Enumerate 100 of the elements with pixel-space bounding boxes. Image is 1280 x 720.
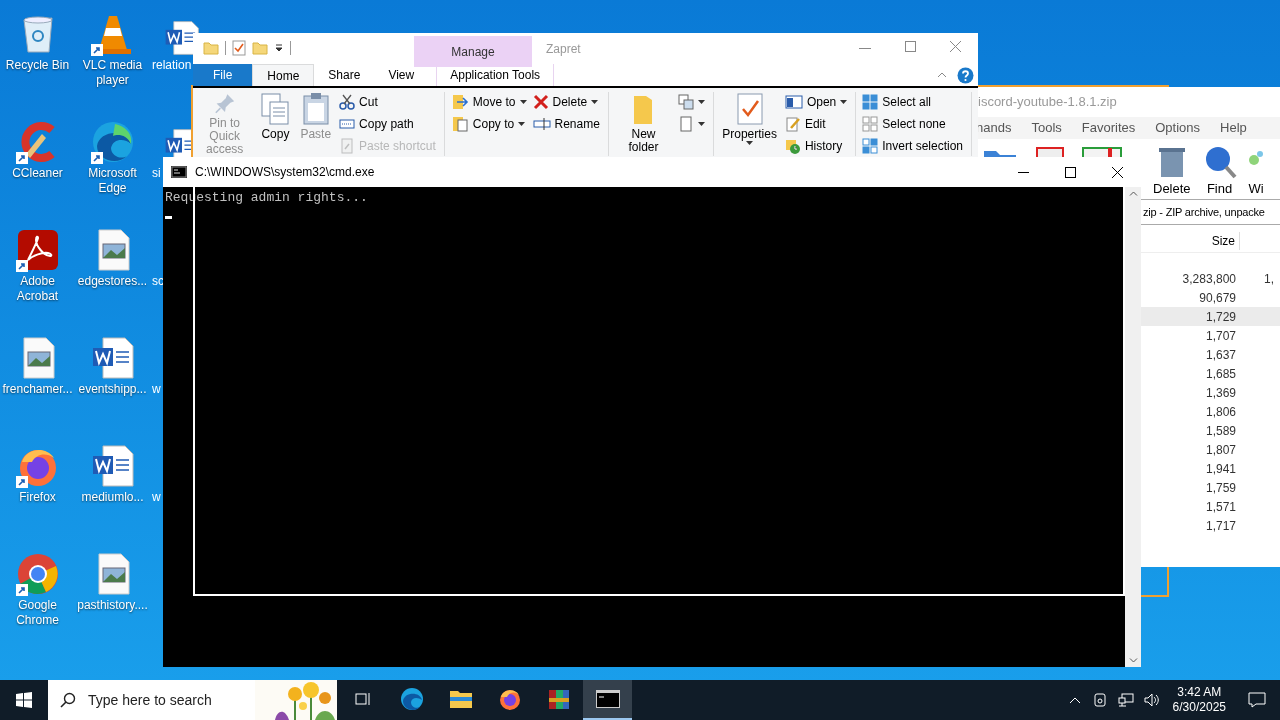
size-cell-text: 1,589 <box>1204 422 1237 440</box>
menu-item[interactable]: Options <box>1155 118 1201 138</box>
menu-item[interactable]: Favorites <box>1081 118 1136 138</box>
desktop-icon-label[interactable]: Adobe Acrobat <box>0 274 75 304</box>
size-cell-text: 1,941 <box>1204 460 1237 478</box>
taskbar-app[interactable] <box>583 680 632 720</box>
network-icon[interactable] <box>1117 693 1134 707</box>
help-icon[interactable] <box>957 66 974 84</box>
ribbon-button[interactable]: Rename <box>532 114 600 134</box>
clock[interactable]: 3:42 AM 6/30/2025 <box>1172 685 1226 715</box>
file-row[interactable]: 90,679 <box>1141 288 1280 307</box>
file-row[interactable]: 1,729 <box>1141 307 1280 326</box>
grid-select-icon <box>862 94 879 110</box>
file-row[interactable]: 3,283,800 1, <box>1141 269 1280 288</box>
ribbon-button[interactable]: Properties <box>720 92 779 156</box>
ribbon-button[interactable]: Open <box>784 92 848 112</box>
ribbon-button[interactable]: Invert selection <box>862 136 963 156</box>
desktop-icon-label[interactable]: si <box>152 166 161 181</box>
menu-item[interactable]: Help <box>1220 118 1247 138</box>
desktop-icon-label[interactable]: VLC media player <box>75 58 150 88</box>
window-title: Zapret <box>546 41 581 58</box>
size-cell-text: 1,806 <box>1204 403 1237 421</box>
stack-icon <box>678 94 695 110</box>
ribbon-tab[interactable]: View <box>374 64 429 86</box>
ribbon-button[interactable]: Copy to <box>450 114 527 134</box>
ribbon-button[interactable]: Copy path <box>339 114 436 134</box>
desktop-icon-label[interactable]: Recycle Bin <box>4 58 71 73</box>
context-tab-label: Manage <box>451 43 495 61</box>
checklist-icon <box>734 92 765 126</box>
file-row[interactable]: 1,589 <box>1141 421 1280 440</box>
clipboard-icon <box>300 92 331 126</box>
ribbon-button[interactable]: Edit <box>784 114 848 134</box>
size-cell-text: 1,807 <box>1204 441 1237 459</box>
task-view-icon <box>352 690 373 708</box>
fox-globe-icon <box>497 687 522 711</box>
file-row[interactable]: 1,637 <box>1141 345 1280 364</box>
device-icon[interactable] <box>1092 693 1107 707</box>
console-icon <box>171 166 187 178</box>
size-cell-text: 1,717 <box>1204 517 1237 535</box>
chevron-up-icon[interactable] <box>1068 696 1081 704</box>
toolbar-button[interactable]: Delete <box>1147 145 1197 199</box>
ribbon-button[interactable] <box>678 114 706 134</box>
ribbon-button[interactable]: Delete <box>532 92 600 112</box>
path-icon <box>339 116 356 132</box>
search-placeholder: Type here to search <box>88 690 212 710</box>
file-row[interactable]: 1,707 <box>1141 326 1280 345</box>
desktop-icon-label[interactable]: eventshipp... <box>77 382 148 397</box>
size-cell-text: 1,571 <box>1204 498 1237 516</box>
file-row[interactable]: 1,717 <box>1141 516 1280 535</box>
toolbar-button[interactable]: Wi <box>1242 145 1270 199</box>
ribbon-button[interactable]: New folder <box>614 92 673 156</box>
desktop-icon-label[interactable]: sc <box>152 274 164 289</box>
desktop-icon-label[interactable]: w <box>152 382 161 397</box>
file-row[interactable]: 1,806 <box>1141 402 1280 421</box>
ribbon-button[interactable]: Cut <box>339 92 436 112</box>
shortcut-icon <box>339 138 356 154</box>
chrome-icon <box>15 552 60 596</box>
desktop-icon-label[interactable]: CCleaner <box>11 166 64 181</box>
desktop-icon-label[interactable]: frenchamer... <box>1 382 74 397</box>
file-row[interactable]: 1,941 <box>1141 459 1280 478</box>
minimize-icon[interactable] <box>1018 171 1029 173</box>
file-row[interactable]: 1,369 <box>1141 383 1280 402</box>
ribbon-button[interactable]: Select none <box>862 114 963 134</box>
ribbon-tab[interactable]: Share <box>314 64 375 86</box>
dropdown-icon[interactable] <box>274 43 284 53</box>
file-row[interactable]: 1,571 <box>1141 497 1280 516</box>
document-icon <box>90 444 135 488</box>
desktop-icon-label[interactable]: relation <box>152 58 192 73</box>
ribbon-tab[interactable]: File <box>193 64 253 86</box>
grid-select-icon <box>862 138 879 154</box>
archive-path: zip - ZIP archive, unpacke <box>1143 204 1265 220</box>
desktop-icon-label[interactable]: Microsoft Edge <box>75 166 150 196</box>
books-icon <box>546 687 571 711</box>
toolbar-button[interactable]: Find <box>1196 145 1243 199</box>
ribbon-tab[interactable]: Home <box>252 64 315 86</box>
desktop-icon-label[interactable]: edgestores... <box>76 274 149 289</box>
collapse-icon[interactable] <box>937 72 947 78</box>
speaker-icon[interactable] <box>1143 693 1160 707</box>
close-icon[interactable] <box>1112 166 1123 178</box>
rename-icon <box>532 116 551 132</box>
checklist-icon[interactable] <box>232 40 246 56</box>
file-row[interactable]: 1,685 <box>1141 364 1280 383</box>
ribbon-button[interactable] <box>678 92 706 112</box>
maximize-icon[interactable] <box>1065 166 1076 178</box>
file-row[interactable]: 1,759 <box>1141 478 1280 497</box>
size-cell-text: 1,759 <box>1204 479 1237 497</box>
grid-select-icon <box>862 116 879 132</box>
clock-time: 3:42 AM <box>1177 685 1222 700</box>
folder-arrow-icon <box>450 93 469 111</box>
ribbon-button[interactable]: Select all <box>862 92 963 112</box>
notification-icon[interactable] <box>1248 692 1266 708</box>
ribbon-button[interactable]: Copy <box>258 92 293 156</box>
x-icon <box>532 94 549 110</box>
ribbon-button[interactable]: History <box>784 136 848 156</box>
menu-item[interactable]: Tools <box>1031 118 1062 138</box>
console-icon <box>595 690 620 708</box>
ribbon-button[interactable]: Move to <box>450 92 527 112</box>
size-cell-text: 1,707 <box>1204 327 1237 345</box>
file-row[interactable]: 1,807 <box>1141 440 1280 459</box>
search-field[interactable]: Type here to search <box>48 680 337 720</box>
